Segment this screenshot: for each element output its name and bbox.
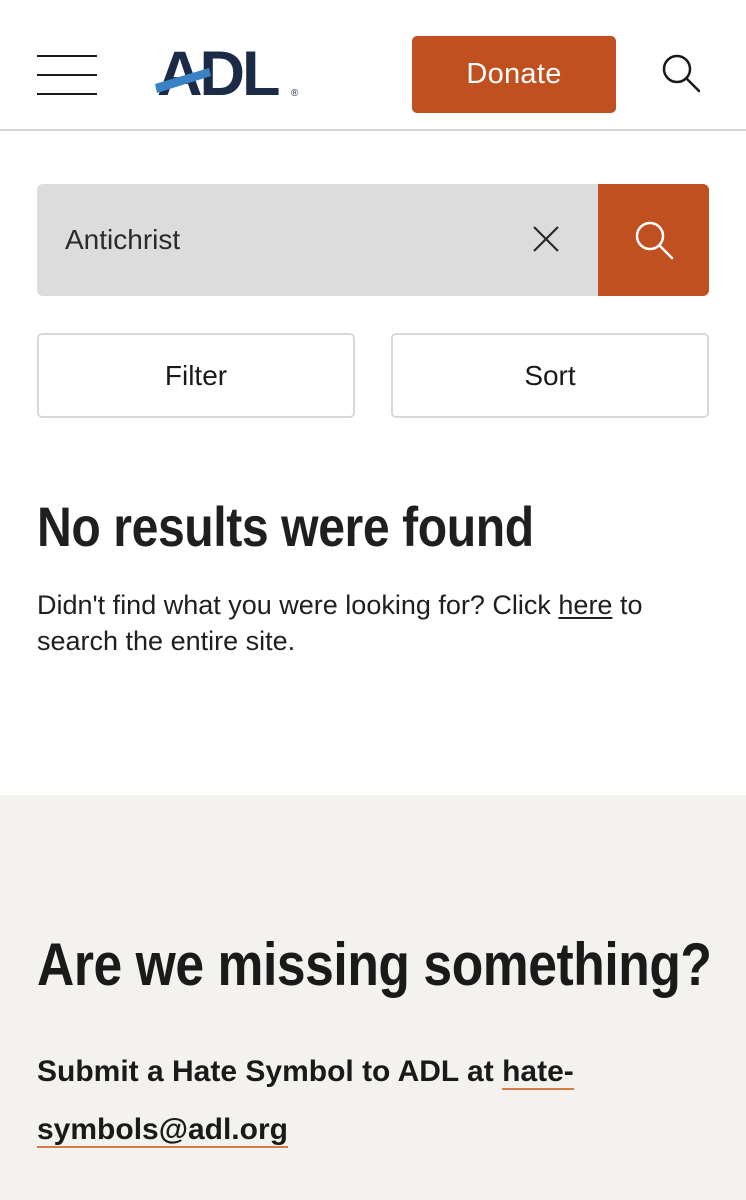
donate-button[interactable]: Donate [412,36,616,113]
svg-text:ADL: ADL [157,40,279,102]
hamburger-menu-icon[interactable] [37,55,97,97]
no-results-text-start: Didn't find what you were looking for? C… [37,590,559,620]
close-icon[interactable] [529,222,563,256]
callout-heading: Are we missing something? [37,931,712,998]
submit-symbol-callout: Are we missing something? Submit a Hate … [0,795,746,1200]
search-input[interactable] [65,184,515,296]
search-field [37,184,599,296]
no-results-heading: No results were found [37,495,534,558]
adl-logo-mark: ADL ® [155,39,299,109]
search-bar [37,184,709,296]
search-site-link[interactable]: here [558,590,612,620]
search-submit-button[interactable] [598,184,709,296]
no-results-message: Didn't find what you were looking for? C… [37,587,717,659]
callout-message: Submit a Hate Symbol to ADL at hate-symb… [37,1043,709,1159]
search-icon[interactable] [660,52,702,94]
adl-logo[interactable]: ADL ® [155,39,305,109]
site-header: ADL ® Donate [0,0,746,131]
callout-text: Submit a Hate Symbol to ADL at [37,1055,503,1088]
sort-button[interactable]: Sort [391,333,709,418]
filter-button[interactable]: Filter [37,333,355,418]
svg-text:®: ® [291,88,299,99]
search-icon [635,221,673,260]
